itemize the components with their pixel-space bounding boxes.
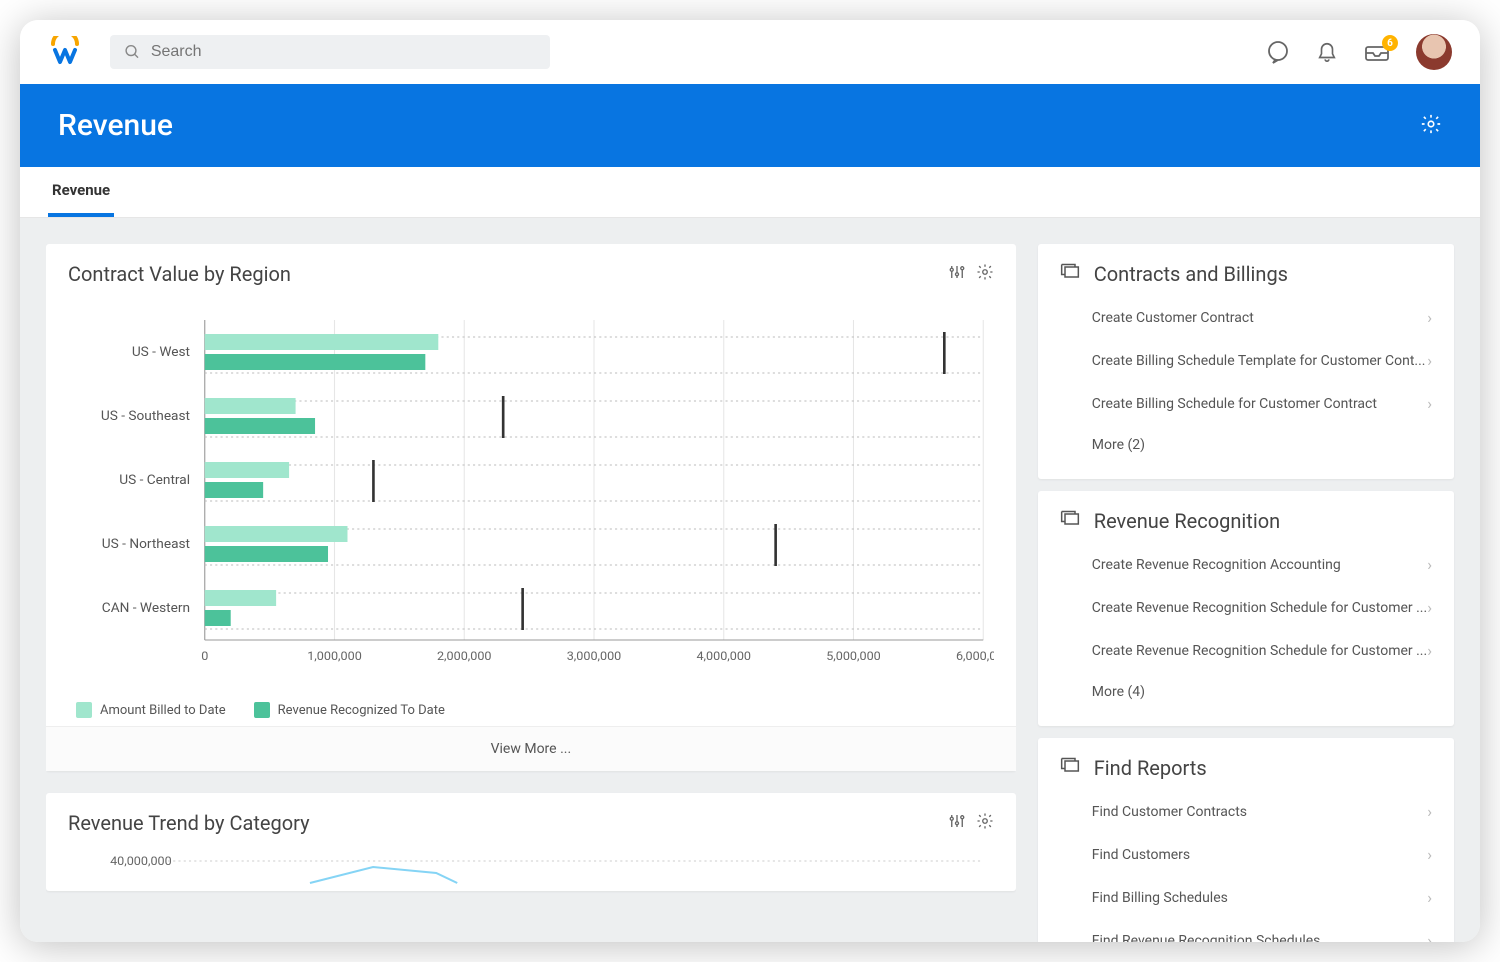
- chevron-right-icon: ›: [1427, 351, 1432, 370]
- chevron-right-icon: ›: [1427, 394, 1432, 413]
- chart2-config-icon[interactable]: [948, 812, 966, 834]
- svg-text:US - Central: US - Central: [119, 473, 190, 488]
- panel-more[interactable]: More (2): [1038, 425, 1454, 465]
- chat-icon[interactable]: [1266, 40, 1290, 64]
- card-contract-value: Contract Value by Region 0 1,000,000 2,000…: [46, 244, 1016, 771]
- panel-title: Find Reports: [1094, 756, 1207, 780]
- panel-icon: [1060, 756, 1080, 780]
- panel-item[interactable]: Create Revenue Recognition Schedule for …: [1038, 586, 1454, 629]
- chevron-right-icon: ›: [1427, 888, 1432, 907]
- search-icon: [124, 43, 141, 61]
- chart1-legend: Amount Billed to Date Revenue Recognized…: [46, 692, 1016, 726]
- inbox-icon[interactable]: 6: [1364, 41, 1390, 63]
- svg-text:6,000,000: 6,000,000: [956, 650, 994, 664]
- card-revenue-trend: Revenue Trend by Category 40,00: [46, 793, 1016, 891]
- inbox-badge: 6: [1382, 35, 1398, 51]
- panel-item[interactable]: Find Customers›: [1038, 833, 1454, 876]
- svg-text:2,000,000: 2,000,000: [437, 650, 492, 664]
- svg-text:3,000,000: 3,000,000: [567, 650, 622, 664]
- chevron-right-icon: ›: [1427, 845, 1432, 864]
- view-more-button[interactable]: View More ...: [46, 726, 1016, 771]
- panel-item[interactable]: Create Revenue Recognition Accounting›: [1038, 543, 1454, 586]
- notifications-icon[interactable]: [1316, 40, 1338, 64]
- chart2-title: Revenue Trend by Category: [68, 811, 310, 835]
- svg-text:4,000,000: 4,000,000: [696, 650, 751, 664]
- panel-title: Revenue Recognition: [1094, 509, 1280, 533]
- workday-logo[interactable]: [48, 35, 82, 69]
- svg-text:1,000,000: 1,000,000: [307, 650, 362, 664]
- page-titlebar: Revenue: [20, 84, 1480, 167]
- chart-gear-icon[interactable]: [976, 263, 994, 285]
- svg-text:CAN - Western: CAN - Western: [102, 601, 190, 616]
- legend-recognized: Revenue Recognized To Date: [254, 702, 445, 718]
- avatar[interactable]: [1416, 34, 1452, 70]
- panel-item[interactable]: Find Revenue Recognition Schedules›: [1038, 919, 1454, 942]
- legend-billed: Amount Billed to Date: [76, 702, 226, 718]
- panel-item[interactable]: Find Billing Schedules›: [1038, 876, 1454, 919]
- panel-contracts-billings: Contracts and Billings Create Customer C…: [1038, 244, 1454, 479]
- panel-item[interactable]: Create Billing Schedule Template for Cus…: [1038, 339, 1454, 382]
- panel-icon: [1060, 262, 1080, 286]
- search-box[interactable]: [110, 35, 550, 69]
- chart1-title: Contract Value by Region: [68, 262, 291, 286]
- chart2: 40,000,000: [68, 845, 994, 885]
- panel-item[interactable]: Create Billing Schedule for Customer Con…: [1038, 382, 1454, 425]
- page-title: Revenue: [58, 108, 173, 143]
- panel-more[interactable]: More (4): [1038, 672, 1454, 712]
- panel-title: Contracts and Billings: [1094, 262, 1288, 286]
- chevron-right-icon: ›: [1427, 308, 1432, 327]
- panel-item[interactable]: Create Revenue Recognition Schedule for …: [1038, 629, 1454, 672]
- topbar: 6: [20, 20, 1480, 84]
- panel-revenue-recognition: Revenue Recognition Create Revenue Recog…: [1038, 491, 1454, 726]
- chevron-right-icon: ›: [1427, 598, 1432, 617]
- chart-config-icon[interactable]: [948, 263, 966, 285]
- svg-text:US - West: US - West: [132, 345, 190, 360]
- tab-revenue[interactable]: Revenue: [48, 167, 114, 217]
- tab-bar: Revenue: [20, 167, 1480, 218]
- svg-text:US - Southeast: US - Southeast: [101, 409, 190, 424]
- panel-item[interactable]: Create Customer Contract›: [1038, 296, 1454, 339]
- svg-text:40,000,000: 40,000,000: [110, 855, 172, 869]
- search-input[interactable]: [151, 43, 536, 61]
- svg-text:US - Northeast: US - Northeast: [102, 537, 190, 552]
- content: Contract Value by Region 0 1,000,000 2,000…: [20, 218, 1480, 942]
- chevron-right-icon: ›: [1427, 802, 1432, 821]
- panel-icon: [1060, 509, 1080, 533]
- chevron-right-icon: ›: [1427, 641, 1432, 660]
- svg-text:0: 0: [201, 650, 208, 664]
- svg-text:5,000,000: 5,000,000: [826, 650, 881, 664]
- gear-icon[interactable]: [1420, 113, 1442, 139]
- panel-item[interactable]: Find Customer Contracts›: [1038, 790, 1454, 833]
- chevron-right-icon: ›: [1427, 931, 1432, 942]
- panel-find-reports: Find Reports Find Customer Contracts›Fin…: [1038, 738, 1454, 942]
- chevron-right-icon: ›: [1427, 555, 1432, 574]
- chart1: 0 1,000,000 2,000,000 3,000,000 4,000,000 5,0…: [68, 300, 994, 680]
- chart2-gear-icon[interactable]: [976, 812, 994, 834]
